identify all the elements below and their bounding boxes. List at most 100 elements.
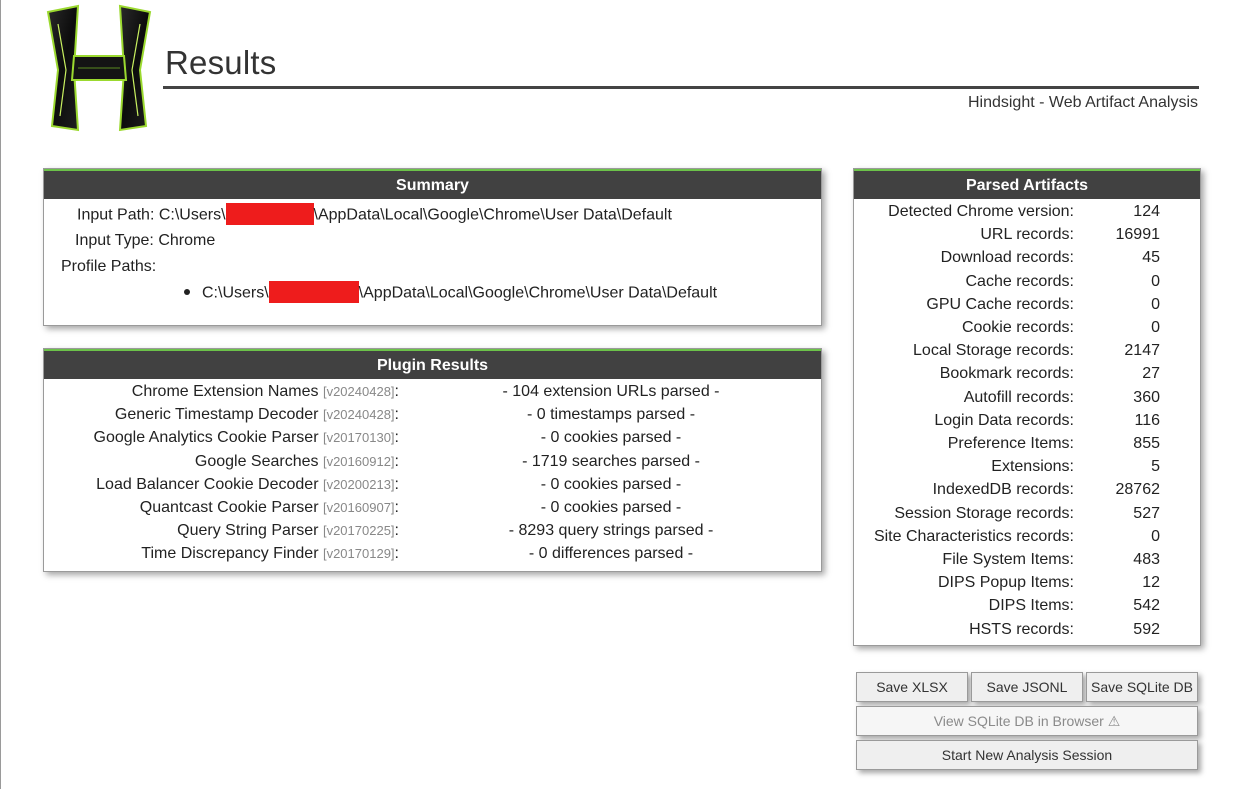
artifact-count: 16991 bbox=[1115, 226, 1161, 244]
plugin-name: Chrome Extension Names [v20240428]: bbox=[131, 383, 399, 400]
start-new-session-button[interactable]: Start New Analysis Session bbox=[856, 740, 1198, 770]
plugin-result: - 0 cookies parsed - bbox=[540, 429, 682, 447]
plugin-result: - 0 timestamps parsed - bbox=[526, 406, 696, 424]
artifact-row: DIPS Popup Items: 12 bbox=[854, 574, 1200, 597]
plugin-name: Time Discrepancy Finder [v20170129]: bbox=[141, 545, 399, 563]
artifact-row: Bookmark records: 27 bbox=[854, 365, 1200, 388]
artifact-row: Extensions: 5 bbox=[854, 458, 1200, 481]
artifact-row: Cookie records: 0 bbox=[854, 319, 1200, 342]
redacted-username bbox=[268, 281, 359, 303]
artifact-row: HSTS records: 592 bbox=[854, 621, 1200, 644]
artifact-row: IndexedDB records: 28762 bbox=[854, 481, 1200, 504]
artifact-row: Local Storage records: 2147 bbox=[854, 342, 1200, 365]
profile-paths-label: Profile Paths: bbox=[61, 258, 157, 275]
artifact-row: Login Data records: 116 bbox=[854, 412, 1200, 435]
artifact-row: File System Items: 483 bbox=[854, 551, 1200, 574]
plugin-row: Load Balancer Cookie Decoder [v20200213]… bbox=[44, 476, 821, 499]
artifact-label: Preference Items: bbox=[947, 435, 1074, 452]
plugin-row: Google Analytics Cookie Parser [v2017013… bbox=[44, 429, 821, 452]
input-type-line: Input Type: Chrome bbox=[75, 232, 215, 250]
hindsight-logo bbox=[46, 4, 152, 132]
artifact-count: 124 bbox=[1133, 203, 1160, 220]
plugin-result: - 1719 searches parsed - bbox=[522, 452, 700, 470]
plugin-result: - 0 cookies parsed - bbox=[540, 475, 682, 493]
plugin-name: Google Searches [v20160912]: bbox=[194, 452, 399, 470]
plugin-name: Google Analytics Cookie Parser [v2017013… bbox=[93, 429, 399, 447]
artifact-row: Detected Chrome version: 124 bbox=[854, 203, 1200, 226]
artifact-count: 28762 bbox=[1115, 481, 1161, 499]
artifact-label: Local Storage records: bbox=[913, 342, 1074, 360]
save-sqlite-button[interactable]: Save SQLite DB bbox=[1086, 672, 1198, 702]
input-path-suffix: \AppData\Local\Google\Chrome\User Data\D… bbox=[313, 206, 672, 224]
summary-panel: Summary Input Path: C:\Users\ \AppData\Lo… bbox=[43, 168, 822, 326]
artifact-label: File System Items: bbox=[942, 551, 1074, 568]
title-divider bbox=[163, 86, 1199, 89]
plugin-version: [v20240428] bbox=[322, 407, 395, 423]
plugin-row: Google Searches [v20160912]: - 1719 searc… bbox=[44, 453, 821, 476]
plugin-name: Generic Timestamp Decoder [v20240428]: bbox=[114, 406, 399, 424]
bullet-icon bbox=[184, 289, 190, 295]
profile-path-suffix: \AppData\Local\Google\Chrome\User Data\D… bbox=[358, 284, 718, 302]
artifact-label: DIPS Popup Items: bbox=[937, 574, 1074, 592]
app-subtitle: Hindsight - Web Artifact Analysis bbox=[967, 94, 1198, 111]
save-xlsx-button[interactable]: Save XLSX bbox=[856, 672, 968, 702]
artifact-count: 12 bbox=[1142, 574, 1160, 592]
artifact-row: Preference Items: 855 bbox=[854, 435, 1200, 458]
artifact-label: URL records: bbox=[980, 226, 1074, 244]
plugin-version: [v20170129] bbox=[322, 546, 395, 562]
view-sqlite-in-browser-button[interactable]: View SQLite DB in Browser ⚠ bbox=[856, 706, 1198, 736]
plugin-version: [v20170130] bbox=[322, 430, 395, 446]
summary-heading: Summary bbox=[44, 169, 821, 199]
input-type-label: Input Type: bbox=[75, 232, 154, 249]
plugin-result: - 0 differences parsed - bbox=[528, 545, 694, 563]
plugin-version: [v20200213] bbox=[322, 476, 395, 492]
artifact-label: Cookie records: bbox=[961, 319, 1074, 336]
plugin-result: - 8293 query strings parsed - bbox=[508, 522, 714, 540]
artifact-label: DIPS Items: bbox=[988, 597, 1074, 615]
plugin-name: Query String Parser [v20170225]: bbox=[177, 522, 399, 540]
artifact-row: Session Storage records: 527 bbox=[854, 505, 1200, 528]
profile-path-prefix: C:\Users\ bbox=[202, 284, 269, 302]
plugin-version: [v20170225] bbox=[322, 523, 395, 539]
plugin-version: [v20240428] bbox=[322, 384, 395, 399]
plugin-row: Quantcast Cookie Parser [v20160907]: - 0 … bbox=[44, 499, 821, 522]
plugin-results-heading: Plugin Results bbox=[44, 349, 821, 379]
plugin-row: Chrome Extension Names [v20240428]: - 104… bbox=[44, 383, 821, 406]
artifact-count: 592 bbox=[1133, 620, 1160, 638]
artifact-label: GPU Cache records: bbox=[926, 295, 1074, 313]
artifact-row: Autofill records: 360 bbox=[854, 389, 1200, 412]
artifact-row: Site Characteristics records: 0 bbox=[854, 528, 1200, 551]
input-type-value: Chrome bbox=[158, 232, 216, 249]
artifact-count: 360 bbox=[1133, 388, 1160, 406]
artifact-row: URL records: 16991 bbox=[854, 226, 1200, 249]
input-path-line: Input Path: C:\Users\ \AppData\Local\Goog… bbox=[77, 203, 672, 225]
artifact-label: Site Characteristics records: bbox=[873, 527, 1074, 545]
artifact-row: Cache records: 0 bbox=[854, 273, 1200, 296]
artifact-label: Bookmark records: bbox=[939, 365, 1074, 383]
plugin-version: [v20160912] bbox=[322, 453, 395, 469]
plugin-row: Query String Parser [v20170225]: - 8293 q… bbox=[44, 522, 821, 545]
artifact-label: Session Storage records: bbox=[894, 504, 1074, 522]
plugin-result: - 104 extension URLs parsed - bbox=[502, 383, 720, 400]
plugin-row: Generic Timestamp Decoder [v20240428]: - … bbox=[44, 406, 821, 429]
artifact-count: 483 bbox=[1133, 551, 1160, 568]
artifact-count: 527 bbox=[1133, 504, 1160, 522]
parsed-artifacts-heading: Parsed Artifacts bbox=[854, 169, 1200, 199]
plugin-name: Quantcast Cookie Parser [v20160907]: bbox=[139, 499, 399, 516]
save-jsonl-button[interactable]: Save JSONL bbox=[971, 672, 1083, 702]
redacted-username bbox=[225, 203, 314, 225]
artifact-label: Extensions: bbox=[991, 458, 1074, 476]
artifact-count: 0 bbox=[1151, 319, 1160, 336]
parsed-artifacts-panel: Parsed Artifacts Detected Chrome version… bbox=[853, 168, 1201, 646]
artifact-count: 855 bbox=[1133, 435, 1160, 452]
artifact-row: GPU Cache records: 0 bbox=[854, 296, 1200, 319]
input-path-label: Input Path: bbox=[77, 206, 155, 224]
profile-path-item: C:\Users\ \AppData\Local\Google\Chrome\Us… bbox=[184, 281, 718, 303]
plugin-results-panel: Plugin Results Chrome Extension Names [v… bbox=[43, 348, 822, 572]
artifact-count: 0 bbox=[1151, 272, 1160, 290]
page-title: Results bbox=[165, 44, 277, 81]
artifact-label: Download records: bbox=[940, 249, 1074, 267]
artifact-label: Autofill records: bbox=[963, 388, 1074, 406]
artifact-count: 542 bbox=[1133, 597, 1160, 615]
input-path-prefix: C:\Users\ bbox=[158, 206, 226, 224]
